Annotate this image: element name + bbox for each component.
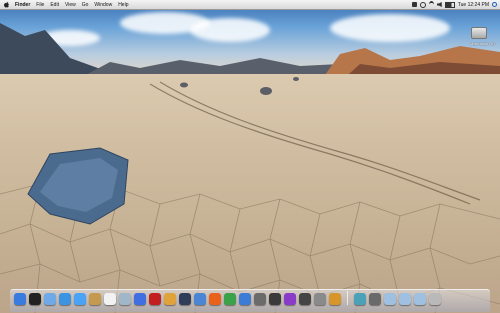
ical-icon[interactable] <box>104 293 116 305</box>
menu-clock[interactable]: Tue 12:24 PM <box>458 2 489 8</box>
utilities-icon[interactable] <box>354 293 366 305</box>
preview-icon[interactable] <box>119 293 131 305</box>
applications-folder-icon[interactable] <box>384 293 396 305</box>
finder-icon[interactable] <box>14 293 26 305</box>
preferences-gear-icon[interactable] <box>329 293 341 305</box>
safari-icon[interactable] <box>59 293 71 305</box>
expose-icon[interactable] <box>299 293 311 305</box>
dashboard-icon[interactable] <box>29 293 41 305</box>
firefox-icon[interactable] <box>209 293 221 305</box>
itunes-icon[interactable] <box>134 293 146 305</box>
ichat-icon[interactable] <box>74 293 86 305</box>
downloads-folder-icon[interactable] <box>414 293 426 305</box>
time-machine-status-icon[interactable] <box>419 1 426 8</box>
apple-menu-icon[interactable] <box>3 1 10 8</box>
menu-go[interactable]: Go <box>82 2 89 8</box>
time-machine-icon[interactable] <box>179 293 191 305</box>
address-book-icon[interactable] <box>89 293 101 305</box>
menu-edit[interactable]: Edit <box>50 2 59 8</box>
wifi-icon[interactable] <box>428 1 434 8</box>
desktop-wallpaper <box>0 0 500 313</box>
hard-drive-icon <box>471 27 487 39</box>
dock-icons <box>14 291 441 305</box>
network-icon[interactable] <box>369 293 381 305</box>
wallpaper-cloud <box>190 18 270 42</box>
wallpaper-cloud <box>330 14 450 42</box>
hard-drive-desktop-icon[interactable]: Macintosh HD <box>470 27 496 49</box>
mail-icon[interactable] <box>44 293 56 305</box>
documents-folder-icon[interactable] <box>399 293 411 305</box>
menu-window[interactable]: Window <box>94 2 112 8</box>
automator-icon[interactable] <box>314 293 326 305</box>
quicksilver-icon[interactable] <box>194 293 206 305</box>
volume-icon[interactable] <box>436 2 442 7</box>
frontrow-icon[interactable] <box>284 293 296 305</box>
wallpaper-cracked-ground <box>0 77 500 313</box>
battery-icon[interactable] <box>444 1 455 8</box>
dock-separator <box>347 291 348 305</box>
menu-app-name[interactable]: Finder <box>15 2 30 8</box>
menu-view[interactable]: View <box>65 2 76 8</box>
hard-drive-label: Macintosh HD <box>470 41 496 46</box>
menu-extras: Tue 12:24 PM <box>411 1 500 8</box>
spotlight-icon[interactable] <box>492 2 497 7</box>
trash-icon[interactable] <box>429 293 441 305</box>
system-preferences-icon[interactable] <box>254 293 266 305</box>
bluetooth-icon[interactable] <box>411 2 417 7</box>
iphoto-icon[interactable] <box>164 293 176 305</box>
menu-bar: Finder File Edit View Go Window Help Tue… <box>0 0 500 10</box>
chrome-icon[interactable] <box>224 293 236 305</box>
spaces-icon[interactable] <box>269 293 281 305</box>
menu-help[interactable]: Help <box>118 2 128 8</box>
menu-file[interactable]: File <box>36 2 44 8</box>
xcode-icon[interactable] <box>239 293 251 305</box>
photo-booth-icon[interactable] <box>149 293 161 305</box>
